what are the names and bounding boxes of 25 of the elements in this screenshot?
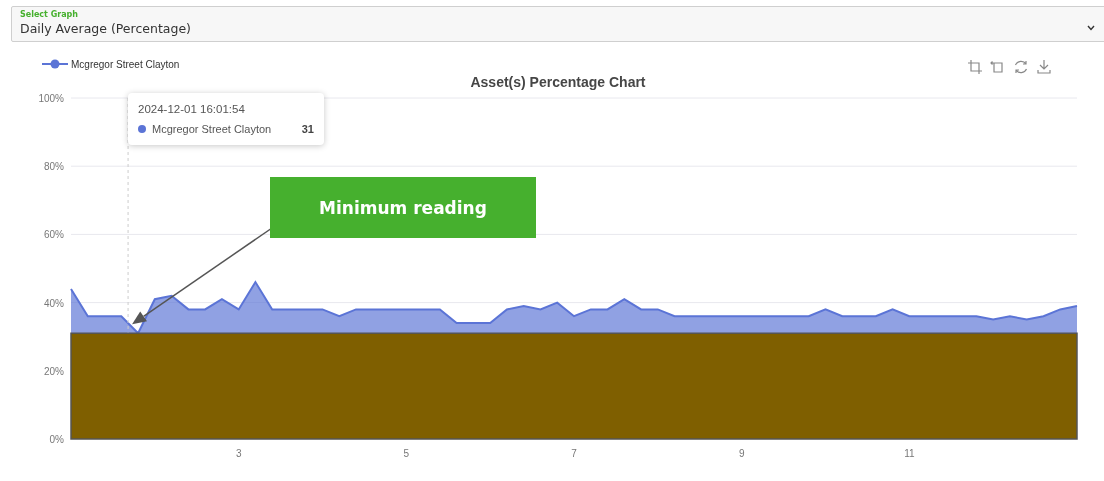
axis-tick-label: 20% [44, 365, 64, 377]
axis-tick-label: 3 [235, 448, 242, 459]
axis-tick-label: 60% [44, 229, 64, 241]
field-label: Select Graph [20, 10, 79, 20]
zoom-reset-icon[interactable] [990, 59, 1006, 75]
caret-icon [1087, 25, 1095, 31]
axis-tick-label: 0% [49, 434, 64, 445]
refresh-icon[interactable] [1013, 59, 1029, 75]
axis-tick-label: 11 [904, 448, 915, 459]
tooltip-title: 2024-12-01 16:01:54 [138, 102, 246, 116]
chart-title: Asset(s) Percentage Chart [469, 74, 647, 90]
download-icon[interactable] [1036, 59, 1052, 75]
tooltip-value: 31 [301, 123, 314, 135]
axis-tick-label: 9 [738, 448, 745, 459]
axis-tick-label: 100% [38, 93, 64, 104]
select-field[interactable]: Select Graph Daily Average (Percentage) [11, 6, 1104, 42]
field-value: Daily Average (Percentage) [20, 20, 191, 37]
axis-tick-label: 40% [44, 297, 64, 309]
axis-tick-label: 7 [571, 448, 577, 459]
callout-label: Minimum reading [270, 177, 536, 238]
legend-label[interactable]: Mcgregor Street Clayton [71, 58, 180, 70]
axis-tick-label: 80% [44, 161, 64, 173]
axis-tick-label: 5 [403, 448, 410, 459]
zoom-icon[interactable] [967, 59, 983, 75]
tooltip-series-name: Mcgregor Street Clayton [152, 123, 272, 135]
